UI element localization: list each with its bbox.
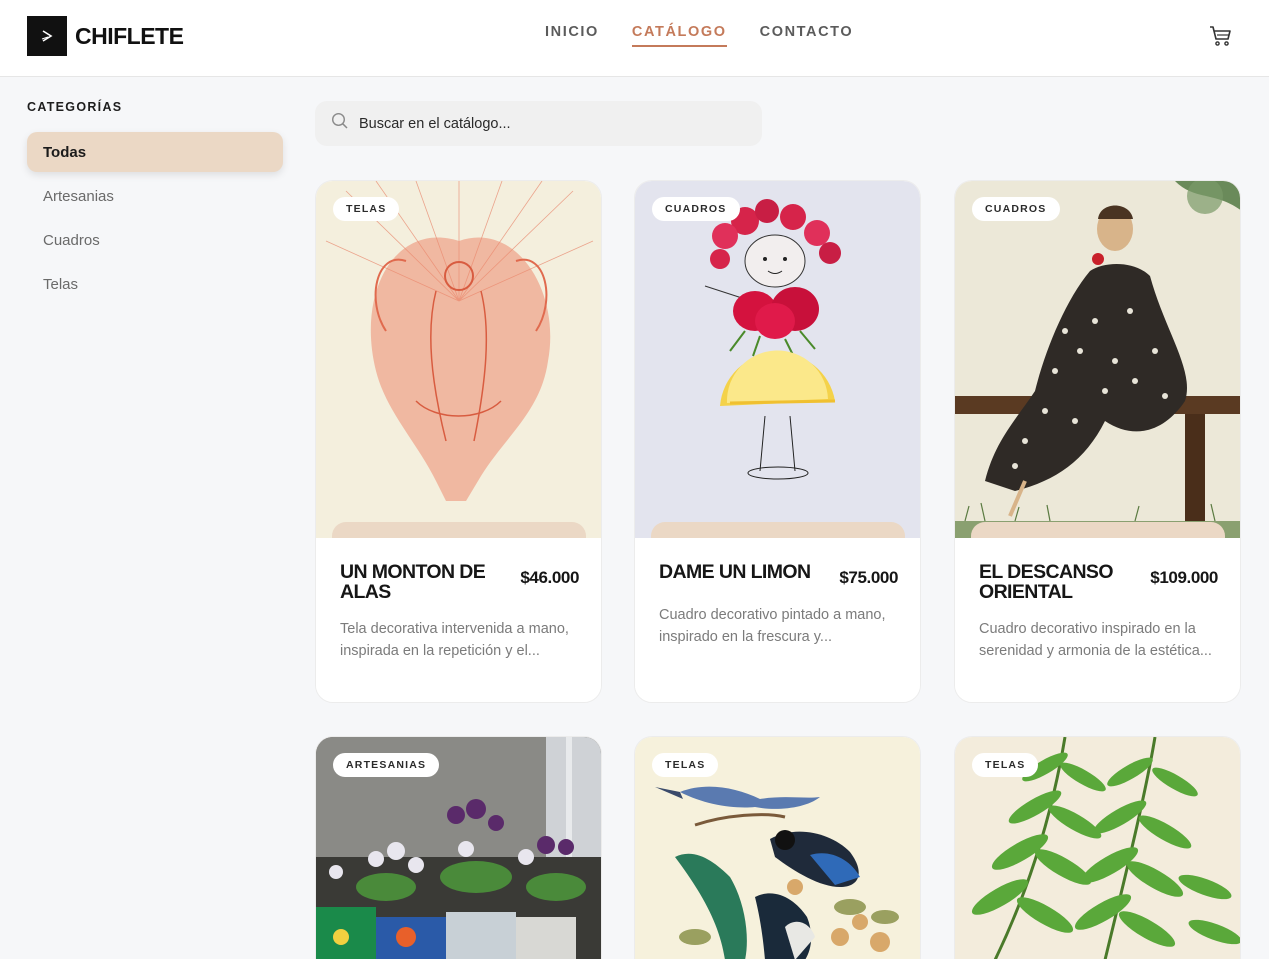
search-icon [331,112,349,135]
logo-mark-icon [27,16,67,56]
card-accent-strip [651,522,905,538]
cart-icon[interactable] [1208,24,1234,48]
product-image[interactable]: TELAS [955,737,1240,959]
brand-logo[interactable]: CHIFLETE [27,16,184,56]
product-info: DAME UN LIMON $75.000 Cuadro decorativo … [635,538,920,702]
product-image[interactable]: ARTESANIAS [316,737,601,959]
nav-contacto[interactable]: CONTACTO [760,24,854,46]
category-telas[interactable]: Telas [27,264,283,304]
product-description: Cuadro decorativo pintado a mano, inspir… [659,607,886,645]
product-price: $109.000 [1150,568,1218,587]
top-header: CHIFLETE INICIO CATÁLOGO CONTACTO [0,0,1269,77]
product-description: Cuadro decorativo inspirado en la sereni… [979,621,1212,659]
product-image[interactable]: TELAS [635,737,920,959]
product-name: DAME UN LIMON [659,561,811,583]
category-todas[interactable]: Todas [27,132,283,172]
product-price: $75.000 [839,568,898,587]
product-name: UN MONTON DE ALAS [340,561,486,603]
product-name: EL DESCANSO ORIENTAL [979,561,1114,603]
product-info: UN MONTON DE ALAS $46.000 Tela decorativ… [316,538,601,702]
nav-inicio[interactable]: INICIO [545,24,599,46]
category-badge: TELAS [652,753,719,777]
category-badge: CUADROS [652,197,740,221]
product-card[interactable]: CUADROS EL DESCANSO ORIENTAL $109.000 Cu… [954,180,1241,703]
categories-heading: CATEGORÍAS [27,100,123,114]
product-card[interactable]: ARTESANIAS [315,736,602,959]
search-bar [315,101,762,146]
category-badge: CUADROS [972,197,1060,221]
product-info: EL DESCANSO ORIENTAL $109.000 Cuadro dec… [955,538,1240,702]
product-image[interactable]: TELAS [316,181,601,538]
product-price: $46.000 [520,568,579,587]
product-card[interactable]: TELAS [954,736,1241,959]
category-cuadros[interactable]: Cuadros [27,220,283,260]
category-sidebar: CATEGORÍAS Todas Artesanias Cuadros Tela… [27,100,283,308]
product-card[interactable]: CUADROS DAME UN LIMON $75.000 Cuadro dec… [634,180,921,703]
category-badge: ARTESANIAS [333,753,440,777]
product-description: Tela decorativa intervenida a mano, insp… [340,621,569,659]
category-badge: TELAS [333,197,400,221]
product-card[interactable]: TELAS [634,736,921,959]
main-nav: INICIO CATÁLOGO CONTACTO [545,24,886,47]
search-input[interactable] [359,115,739,132]
brand-name: CHIFLETE [75,22,184,49]
category-badge: TELAS [972,753,1039,777]
category-artesanias[interactable]: Artesanias [27,176,283,216]
card-accent-strip [332,522,586,538]
product-image[interactable]: CUADROS [635,181,920,538]
product-card[interactable]: TELAS UN MONTON DE ALAS $46.000 Tela dec… [315,180,602,703]
card-accent-strip [971,522,1225,538]
product-image[interactable]: CUADROS [955,181,1240,538]
nav-catalogo[interactable]: CATÁLOGO [631,24,727,47]
